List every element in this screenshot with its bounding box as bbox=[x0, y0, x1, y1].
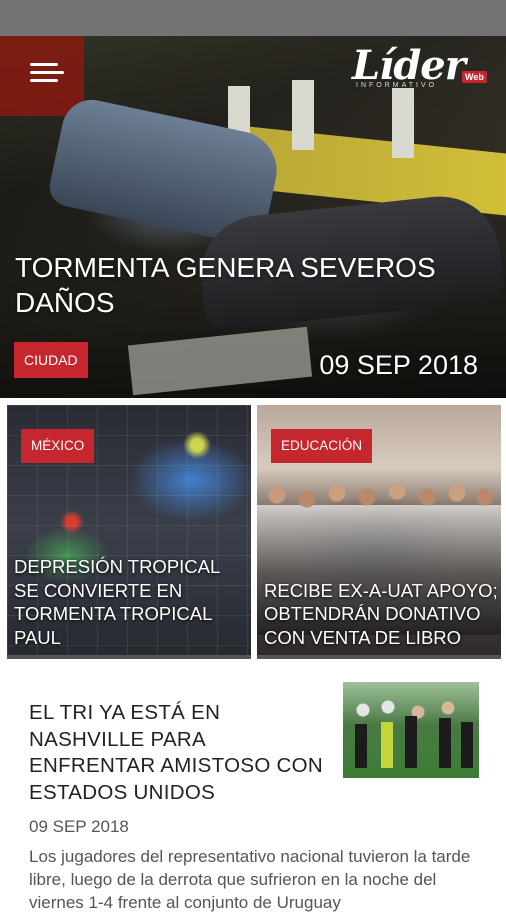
card-category-badge[interactable]: MÉXICO bbox=[21, 429, 95, 463]
status-bar bbox=[0, 0, 506, 36]
hero-date: 09 SEP 2018 bbox=[319, 350, 478, 380]
article-thumbnail[interactable] bbox=[343, 682, 479, 778]
brand-badge: Web bbox=[462, 71, 487, 83]
brand-logo: Líder Web INFORMATIVO bbox=[352, 44, 492, 94]
article-date: 09 SEP 2018 bbox=[29, 817, 129, 836]
article-excerpt: Los jugadores del representativo naciona… bbox=[29, 847, 471, 912]
card-headline[interactable]: DEPRESIÓN TROPICAL SE CONVIERTE EN TORME… bbox=[14, 555, 249, 649]
article-headline[interactable]: EL TRI YA ESTÁ EN NASHVILLE PARA ENFRENT… bbox=[29, 700, 334, 806]
brand-subtitle: INFORMATIVO bbox=[356, 82, 438, 89]
card-category-badge[interactable]: EDUCACIÓN bbox=[271, 429, 373, 463]
hero-headline[interactable]: TORMENTA GENERA SEVEROS DAÑOS bbox=[15, 250, 485, 320]
menu-icon[interactable] bbox=[30, 63, 64, 85]
card-headline[interactable]: RECIBE EX-A-UAT APOYO; OBTENDRÁN DONATIV… bbox=[264, 579, 499, 650]
news-card[interactable]: EDUCACIÓN RECIBE EX-A-UAT APOYO; OBTENDR… bbox=[257, 405, 501, 659]
article-list-item[interactable]: EL TRI YA ESTÁ EN NASHVILLE PARA ENFRENT… bbox=[0, 665, 506, 912]
hero-category-badge[interactable]: CIUDAD bbox=[14, 342, 88, 378]
news-card[interactable]: MÉXICO DEPRESIÓN TROPICAL SE CONVIERTE E… bbox=[7, 405, 251, 659]
